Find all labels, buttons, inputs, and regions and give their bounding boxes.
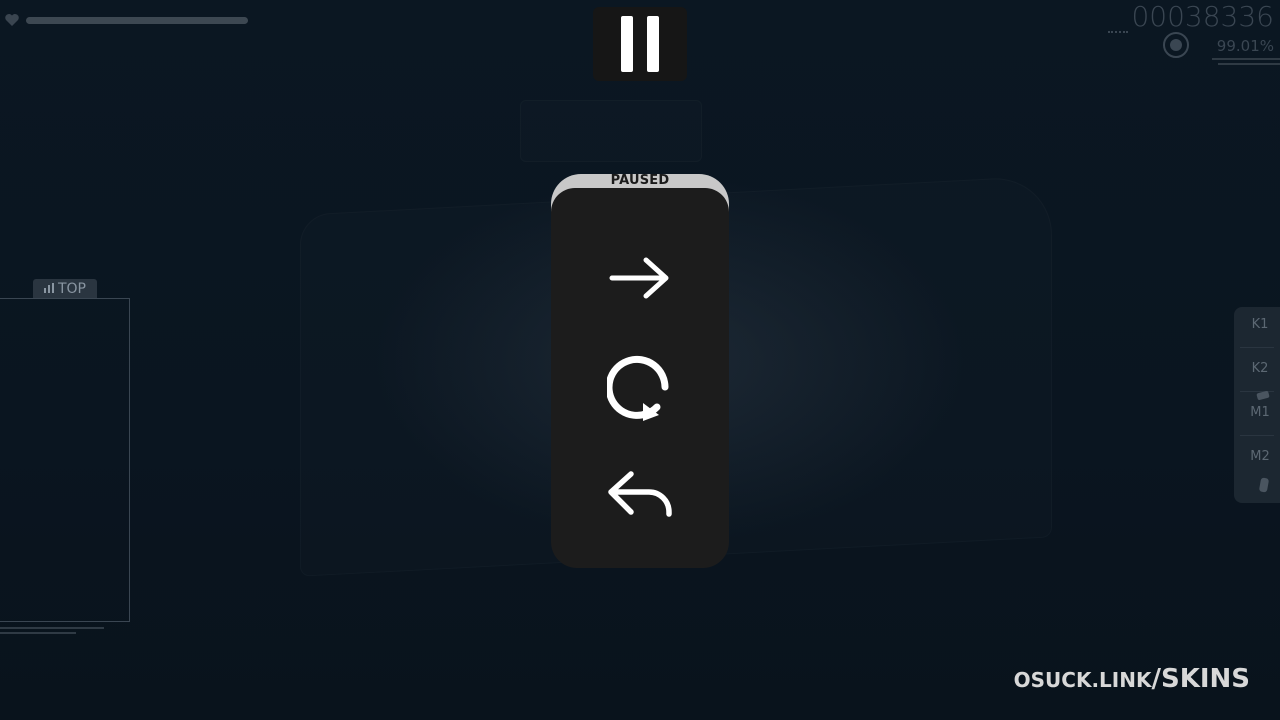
health-track	[26, 16, 248, 24]
leaderboard-tab: TOP	[33, 279, 97, 298]
score-counter: 00038336	[1131, 0, 1274, 33]
leaderboard-underline	[0, 627, 104, 629]
back-button[interactable]	[571, 448, 709, 544]
background-shape	[520, 100, 702, 162]
retry-button[interactable]	[571, 338, 709, 434]
arrow-right-icon	[609, 257, 669, 299]
health-fill	[26, 16, 248, 24]
pause-menu: PAUSED	[551, 174, 729, 568]
key-separator	[1240, 347, 1274, 348]
pause-button[interactable]	[593, 7, 687, 81]
accuracy-readout: 99.01%	[1216, 37, 1274, 55]
back-arrow-icon	[608, 471, 672, 517]
accuracy-underline	[1218, 63, 1280, 65]
key-m2: M2	[1250, 449, 1270, 464]
key-overlay: K1 K2 M1 M2	[1234, 307, 1280, 503]
health-bar	[4, 12, 248, 28]
heart-icon	[5, 14, 19, 26]
watermark-site: OSUCK.LINK	[1013, 668, 1152, 692]
pause-icon-bar	[647, 16, 659, 72]
leaderboard-panel	[0, 298, 130, 622]
leaderboard-title: TOP	[57, 280, 86, 297]
accuracy-underline	[1212, 58, 1280, 60]
key-separator	[1240, 435, 1274, 436]
key-m1: M1	[1250, 405, 1270, 420]
key-k2: K2	[1251, 361, 1269, 376]
game-screen: 00038336 99.01% TOP K1 K2 M1 M2 PAUSED O…	[0, 0, 1280, 720]
accuracy-pie-icon	[1163, 32, 1189, 58]
accuracy-pie-fill	[1170, 39, 1182, 51]
bar-chart-icon	[43, 282, 54, 295]
continue-button[interactable]	[571, 230, 709, 326]
watermark-path: /SKINS	[1151, 664, 1250, 694]
leaderboard-underline	[0, 632, 76, 634]
score-divider	[1108, 31, 1128, 35]
key-k1: K1	[1251, 317, 1269, 332]
retry-icon	[607, 355, 669, 421]
watermark: OSUCK.LINK /SKINS	[1014, 664, 1250, 694]
pause-menu-body	[551, 188, 729, 568]
pause-menu-title: PAUSED	[610, 173, 670, 188]
key-separator	[1240, 391, 1274, 392]
pause-icon	[621, 16, 633, 72]
